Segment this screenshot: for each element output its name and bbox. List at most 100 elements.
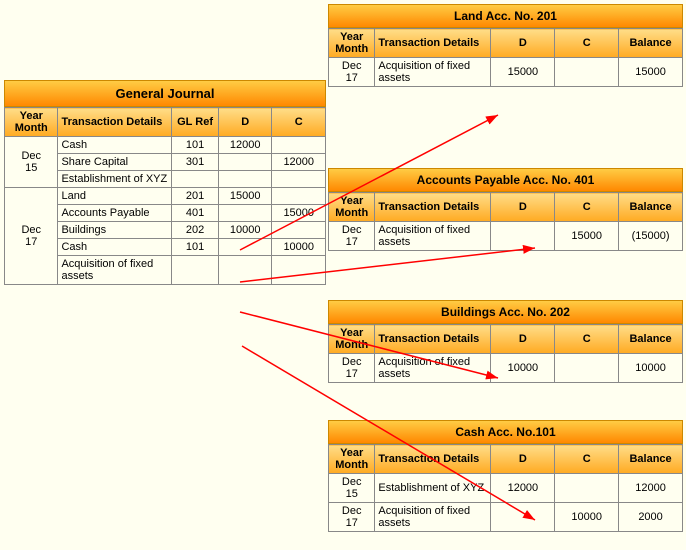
year-month-cell: Dec17 <box>329 354 375 383</box>
c-cell <box>272 256 326 285</box>
land-header-year: YearMonth <box>329 29 375 58</box>
d-cell: 12000 <box>491 474 555 503</box>
d-cell: 15000 <box>218 188 272 205</box>
buildings-header-balance: Balance <box>619 325 683 354</box>
d-cell <box>491 503 555 532</box>
d-cell <box>218 205 272 222</box>
c-cell: 15000 <box>272 205 326 222</box>
d-cell <box>491 222 555 251</box>
details-cell: Establishment of XYZ <box>58 171 172 188</box>
ap-account-title: Accounts Payable Acc. No. 401 <box>328 168 683 192</box>
ap-header-year: YearMonth <box>329 193 375 222</box>
table-row: Dec17 Acquisition of fixed assets 10000 … <box>329 354 683 383</box>
c-cell <box>272 188 326 205</box>
cash-header-c: C <box>555 445 619 474</box>
general-journal: General Journal YearMonth Transaction De… <box>4 80 326 285</box>
c-cell <box>272 137 326 154</box>
cash-header-year: YearMonth <box>329 445 375 474</box>
buildings-header-details: Transaction Details <box>375 325 491 354</box>
cash-account-title: Cash Acc. No.101 <box>328 420 683 444</box>
year-month-cell: Dec17 <box>329 222 375 251</box>
balance-cell: (15000) <box>619 222 683 251</box>
details-cell: Establishment of XYZ <box>375 474 491 503</box>
gj-header-c: C <box>272 108 326 137</box>
table-row: Dec17 Acquisition of fixed assets 15000 … <box>329 58 683 87</box>
year-month-cell: Dec15 <box>329 474 375 503</box>
ap-header-balance: Balance <box>619 193 683 222</box>
balance-cell: 10000 <box>619 354 683 383</box>
table-row: Dec17 Acquisition of fixed assets 10000 … <box>329 503 683 532</box>
year-month-cell: Dec17 <box>329 58 375 87</box>
ap-header-d: D <box>491 193 555 222</box>
buildings-account-title: Buildings Acc. No. 202 <box>328 300 683 324</box>
accounts-payable-account: Accounts Payable Acc. No. 401 YearMonth … <box>328 168 683 251</box>
c-cell <box>555 354 619 383</box>
details-cell: Cash <box>58 137 172 154</box>
details-cell: Acquisition of fixed assets <box>375 58 491 87</box>
glref-cell: 301 <box>172 154 219 171</box>
d-cell <box>218 256 272 285</box>
glref-cell: 401 <box>172 205 219 222</box>
cash-header-balance: Balance <box>619 445 683 474</box>
table-row: Dec17 Acquisition of fixed assets 15000 … <box>329 222 683 251</box>
land-header-d: D <box>491 29 555 58</box>
buildings-header-c: C <box>555 325 619 354</box>
balance-cell: 12000 <box>619 474 683 503</box>
balance-cell: 2000 <box>619 503 683 532</box>
gj-header-glref: GL Ref <box>172 108 219 137</box>
glref-cell: 101 <box>172 239 219 256</box>
gj-header-d: D <box>218 108 272 137</box>
table-row: Dec17 Land 201 15000 <box>5 188 326 205</box>
buildings-header-year: YearMonth <box>329 325 375 354</box>
cash-account-table: YearMonth Transaction Details D C Balanc… <box>328 444 683 532</box>
d-cell <box>218 171 272 188</box>
balance-cell: 15000 <box>619 58 683 87</box>
c-cell <box>272 171 326 188</box>
buildings-header-d: D <box>491 325 555 354</box>
land-header-balance: Balance <box>619 29 683 58</box>
d-cell: 10000 <box>491 354 555 383</box>
c-cell: 10000 <box>555 503 619 532</box>
land-account: Land Acc. No. 201 YearMonth Transaction … <box>328 4 683 87</box>
d-cell <box>218 154 272 171</box>
c-cell <box>555 474 619 503</box>
glref-cell: 201 <box>172 188 219 205</box>
cash-header-d: D <box>491 445 555 474</box>
table-row: Dec15 Establishment of XYZ 12000 12000 <box>329 474 683 503</box>
buildings-account-table: YearMonth Transaction Details D C Balanc… <box>328 324 683 383</box>
glref-cell: 202 <box>172 222 219 239</box>
glref-cell <box>172 256 219 285</box>
d-cell <box>218 239 272 256</box>
general-journal-table: YearMonth Transaction Details GL Ref D C… <box>4 107 326 285</box>
details-cell: Accounts Payable <box>58 205 172 222</box>
glref-cell <box>172 171 219 188</box>
ap-header-c: C <box>555 193 619 222</box>
glref-cell: 101 <box>172 137 219 154</box>
land-header-details: Transaction Details <box>375 29 491 58</box>
d-cell: 12000 <box>218 137 272 154</box>
ap-header-details: Transaction Details <box>375 193 491 222</box>
details-cell: Share Capital <box>58 154 172 171</box>
d-cell: 10000 <box>218 222 272 239</box>
cash-header-details: Transaction Details <box>375 445 491 474</box>
gj-header-year: YearMonth <box>5 108 58 137</box>
details-cell: Cash <box>58 239 172 256</box>
details-cell: Acquisition of fixed assets <box>375 503 491 532</box>
gj-header-details: Transaction Details <box>58 108 172 137</box>
cash-account: Cash Acc. No.101 YearMonth Transaction D… <box>328 420 683 532</box>
land-account-title: Land Acc. No. 201 <box>328 4 683 28</box>
year-month-cell: Dec17 <box>5 188 58 285</box>
general-journal-title: General Journal <box>4 80 326 107</box>
details-cell: Buildings <box>58 222 172 239</box>
land-account-table: YearMonth Transaction Details D C Balanc… <box>328 28 683 87</box>
details-cell: Acquisition of fixed assets <box>375 354 491 383</box>
details-cell: Acquisition of fixed assets <box>58 256 172 285</box>
land-header-c: C <box>555 29 619 58</box>
details-cell: Land <box>58 188 172 205</box>
c-cell: 10000 <box>272 239 326 256</box>
ap-account-table: YearMonth Transaction Details D C Balanc… <box>328 192 683 251</box>
details-cell: Acquisition of fixed assets <box>375 222 491 251</box>
buildings-account: Buildings Acc. No. 202 YearMonth Transac… <box>328 300 683 383</box>
c-cell <box>555 58 619 87</box>
year-month-cell: Dec17 <box>329 503 375 532</box>
